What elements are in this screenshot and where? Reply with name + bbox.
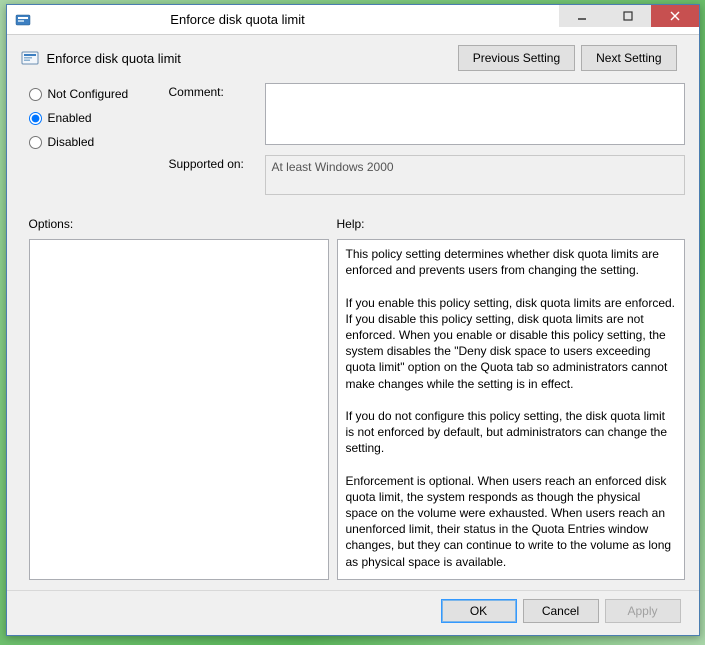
help-text[interactable]: This policy setting determines whether d… [337,239,685,580]
radio-enabled-input[interactable] [29,112,42,125]
config-area: Not Configured Enabled Disabled Comment:… [7,83,699,213]
radio-not-configured[interactable]: Not Configured [29,87,169,101]
app-icon [15,12,31,28]
next-setting-button[interactable]: Next Setting [581,45,676,71]
comment-row: Comment: [169,83,685,145]
fields-column: Comment: Supported on: At least Windows … [169,83,685,205]
previous-setting-button[interactable]: Previous Setting [458,45,575,71]
maximize-button[interactable] [605,5,651,27]
header-row: Enforce disk quota limit Previous Settin… [7,35,699,83]
comment-input[interactable] [265,83,685,145]
options-box[interactable] [29,239,329,580]
cancel-button[interactable]: Cancel [523,599,599,623]
comment-label: Comment: [169,83,265,145]
radio-label: Enabled [48,111,92,125]
titlebar[interactable]: Enforce disk quota limit [7,5,699,35]
supported-value: At least Windows 2000 [265,155,685,195]
radio-disabled-input[interactable] [29,136,42,149]
window-controls [559,5,699,34]
ok-button[interactable]: OK [441,599,517,623]
supported-row: Supported on: At least Windows 2000 [169,155,685,195]
state-radio-group: Not Configured Enabled Disabled [29,83,169,205]
help-panel: Help: This policy setting determines whe… [337,213,685,580]
dialog-window: Enforce disk quota limit Enforce disk qu… [6,4,700,636]
radio-not-configured-input[interactable] [29,88,42,101]
window-title: Enforce disk quota limit [37,12,559,27]
radio-label: Not Configured [48,87,129,101]
minimize-button[interactable] [559,5,605,27]
lower-panels: Options: Help: This policy setting deter… [7,213,699,590]
radio-disabled[interactable]: Disabled [29,135,169,149]
nav-buttons: Previous Setting Next Setting [458,45,677,71]
radio-label: Disabled [48,135,95,149]
close-button[interactable] [651,5,699,27]
dialog-footer: OK Cancel Apply [7,590,699,635]
options-label: Options: [29,213,329,231]
apply-button[interactable]: Apply [605,599,681,623]
policy-icon [21,49,39,67]
radio-enabled[interactable]: Enabled [29,111,169,125]
help-label: Help: [337,213,685,231]
supported-label: Supported on: [169,155,265,195]
options-panel: Options: [29,213,329,580]
policy-title: Enforce disk quota limit [47,51,458,66]
